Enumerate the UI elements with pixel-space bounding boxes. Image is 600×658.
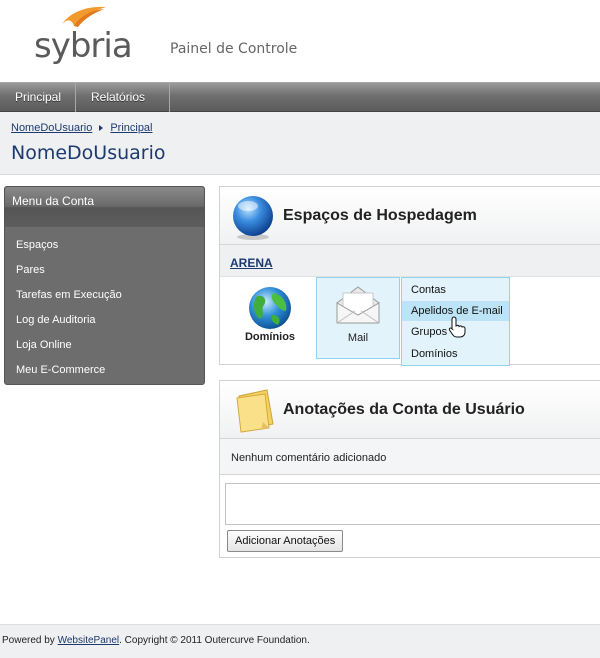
top-nav: Principal Relatórios (0, 82, 600, 130)
menu-item-loja-online[interactable]: Loja Online (5, 333, 204, 358)
footer-link-websitepanel[interactable]: WebsitePanel (58, 635, 120, 646)
account-menu-title: Menu da Conta (5, 187, 204, 227)
footer: Powered by WebsitePanel. Copyright © 201… (0, 624, 600, 658)
breadcrumb-link-principal[interactable]: Principal (110, 122, 152, 134)
nav-principal[interactable]: Principal (0, 83, 76, 112)
page-title: NomeDoUsuario (11, 142, 166, 164)
nav-principal-label: Principal (15, 90, 62, 104)
breadcrumb-link-user[interactable]: NomeDoUsuario (11, 122, 92, 134)
blue-sphere-icon (233, 196, 273, 240)
logo-text: sybria (34, 26, 133, 66)
account-notes-panel: Anotações da Conta de Usuário Nenhum com… (219, 380, 600, 558)
menu-item-espacos[interactable]: Espaços (5, 233, 204, 258)
account-notes-header: Anotações da Conta de Usuário (220, 381, 600, 439)
hosting-spaces-panel: Espaços de Hospedagem ARENA Domínios Mai… (219, 186, 600, 366)
add-notes-button[interactable]: Adicionar Anotações (227, 530, 344, 552)
hosting-spaces-title: Espaços de Hospedagem (283, 207, 477, 224)
hand-cursor-icon (448, 316, 466, 338)
account-menu: Menu da Conta Espaços Pares Tarefas em E… (4, 186, 205, 385)
notes-list: Nenhum comentário adicionado (220, 439, 600, 475)
logo[interactable]: sybria (34, 4, 134, 68)
tile-dominios-label: Domínios (244, 331, 296, 343)
panel-title: Painel de Controle (170, 41, 298, 57)
chevron-right-icon (99, 125, 104, 132)
account-menu-list: Espaços Pares Tarefas em Execução Log de… (5, 227, 204, 383)
tile-mail[interactable]: Mail (316, 277, 400, 359)
notes-empty-text: Nenhum comentário adicionado (231, 452, 387, 464)
globe-icon (249, 287, 291, 329)
envelope-icon (336, 286, 380, 324)
space-bar: ARENA (220, 245, 600, 277)
nav-relatorios[interactable]: Relatórios (76, 83, 170, 130)
header: sybria Painel de Controle (0, 0, 600, 82)
menu-item-meu-ecommerce[interactable]: Meu E-Commerce (5, 358, 204, 383)
tile-mail-label: Mail (347, 332, 369, 344)
submenu-dominios[interactable]: Domínios (402, 344, 509, 364)
submenu-contas[interactable]: Contas (402, 280, 509, 300)
mail-submenu: Contas Apelidos de E-mail Grupos Domínio… (401, 277, 510, 366)
note-icon (236, 389, 274, 433)
menu-item-pares[interactable]: Pares (5, 258, 204, 283)
hosting-spaces-header: Espaços de Hospedagem (220, 187, 600, 245)
breadcrumb-bar: NomeDoUsuario Principal NomeDoUsuario (0, 112, 600, 175)
menu-item-tarefas[interactable]: Tarefas em Execução (5, 283, 204, 308)
space-link-arena[interactable]: ARENA (230, 256, 273, 270)
footer-text: Powered by WebsitePanel. Copyright © 201… (2, 635, 310, 646)
footer-copyright: . Copyright © 2011 Outercurve Foundation… (119, 635, 310, 646)
tile-dominios[interactable]: Domínios (240, 285, 300, 357)
menu-item-log-auditoria[interactable]: Log de Auditoria (5, 308, 204, 333)
breadcrumb: NomeDoUsuario Principal (11, 122, 153, 134)
nav-relatorios-label: Relatórios (91, 90, 146, 104)
footer-prefix: Powered by (2, 635, 58, 646)
notes-textarea[interactable] (225, 483, 600, 525)
account-notes-title: Anotações da Conta de Usuário (283, 401, 525, 418)
logo-swoosh-icon (62, 6, 106, 27)
